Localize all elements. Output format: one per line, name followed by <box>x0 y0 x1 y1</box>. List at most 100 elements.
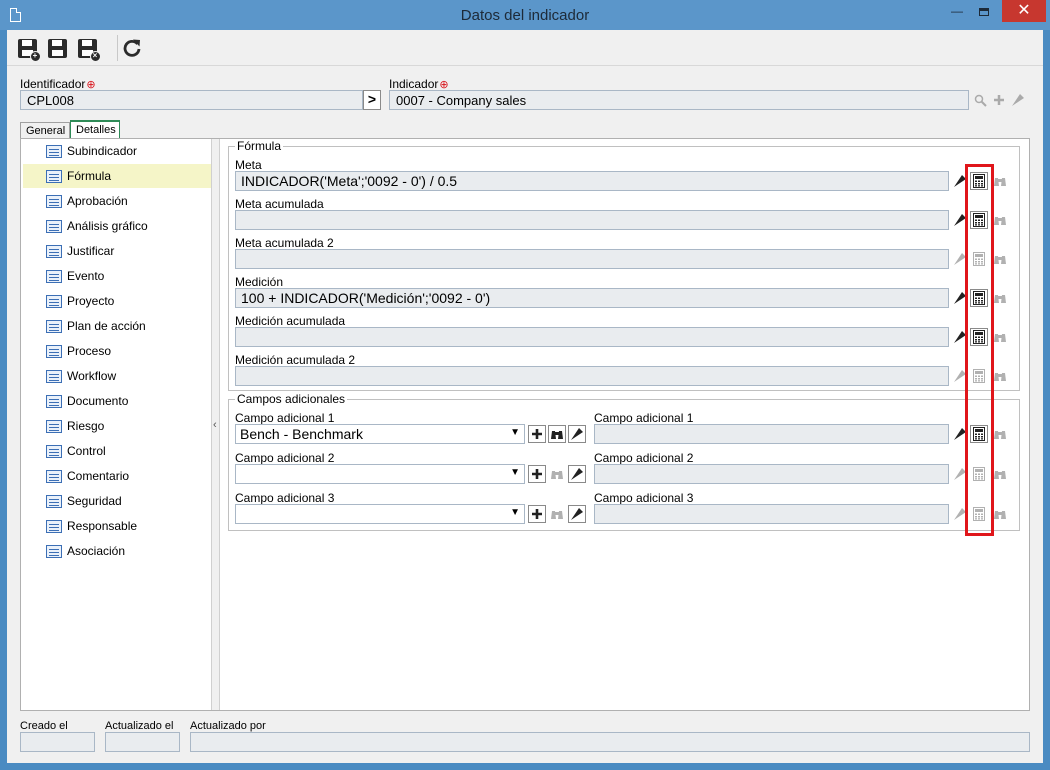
formula-field-label: Meta <box>235 158 262 172</box>
clear-icon[interactable] <box>1009 91 1027 109</box>
toolbar-separator <box>117 35 118 61</box>
sidebar-item-proceso[interactable]: Proceso <box>23 339 211 363</box>
formula-field-5[interactable] <box>235 327 949 347</box>
maximize-icon <box>979 7 989 16</box>
campo-left-label: Campo adicional 1 <box>235 411 335 425</box>
splitter[interactable]: ‹ <box>212 139 220 710</box>
campo-right-label: Campo adicional 2 <box>594 451 694 465</box>
list-icon <box>46 370 62 383</box>
add-icon[interactable] <box>990 91 1008 109</box>
sidebar-item-comentario[interactable]: Comentario <box>23 464 211 488</box>
list-icon <box>46 470 62 483</box>
formula-field-label: Medición acumulada <box>235 314 346 328</box>
indicator-field[interactable]: 0007 - Company sales <box>389 90 969 110</box>
updated-by-field <box>190 732 1030 752</box>
sidebar-item-justificar[interactable]: Justificar <box>23 239 211 263</box>
list-icon <box>46 520 62 533</box>
list-icon <box>46 170 62 183</box>
tab-general[interactable]: General <box>20 122 70 139</box>
save-button[interactable] <box>44 35 70 61</box>
sidebar-item-analisis-grafico[interactable]: Análisis gráfico <box>23 214 211 238</box>
campo-formula-field-3[interactable] <box>594 504 949 524</box>
list-icon <box>46 295 62 308</box>
go-button[interactable]: > <box>363 90 381 110</box>
formula-field-2[interactable] <box>235 210 949 230</box>
sidebar-item-aprobacion[interactable]: Aprobación <box>23 189 211 213</box>
save-close-button[interactable]: × <box>74 35 101 62</box>
dialog-body: + × Identificador⊕ CPL008 > Indicador⊕ 0… <box>7 30 1043 763</box>
tab-detalles[interactable]: Detalles <box>70 120 120 139</box>
formula-field-6[interactable] <box>235 366 949 386</box>
minimize-button[interactable]: — <box>944 0 970 22</box>
id-label: Identificador⊕ <box>20 77 96 91</box>
campo-right-label: Campo adicional 1 <box>594 411 694 425</box>
updated-field <box>105 732 180 752</box>
campo-formula-field-2[interactable] <box>594 464 949 484</box>
sidebar-item-documento[interactable]: Documento <box>23 389 211 413</box>
sidebar-item-subindicador[interactable]: Subindicador <box>23 139 211 163</box>
clear-icon[interactable] <box>568 505 586 523</box>
id-field[interactable]: CPL008 <box>20 90 363 110</box>
window-title: Datos del indicador <box>460 7 590 24</box>
list-icon <box>46 320 62 333</box>
save-new-button[interactable]: + <box>14 35 41 62</box>
add-icon[interactable] <box>528 425 546 443</box>
created-label: Creado el <box>20 720 68 732</box>
sidebar-item-riesgo[interactable]: Riesgo <box>23 414 211 438</box>
save-icon <box>47 38 67 58</box>
campos-group-title: Campos adicionales <box>235 392 348 406</box>
refresh-button[interactable] <box>119 35 145 61</box>
sidebar-item-proyecto[interactable]: Proyecto <box>23 289 211 313</box>
sidebar-item-responsable[interactable]: Responsable <box>23 514 211 538</box>
campo-formula-field-1[interactable] <box>594 424 949 444</box>
sidebar-item-control[interactable]: Control <box>23 439 211 463</box>
formula-field-label: Meta acumulada 2 <box>235 236 334 250</box>
list-icon <box>46 270 62 283</box>
formula-field-4[interactable]: 100 + INDICADOR('Medición';'0092 - 0') <box>235 288 949 308</box>
indicator-label: Indicador⊕ <box>389 77 449 91</box>
binoculars-icon <box>548 505 566 523</box>
campo-left-label: Campo adicional 3 <box>235 491 335 505</box>
save-close-icon: × <box>77 38 101 62</box>
list-icon <box>46 445 62 458</box>
window: Datos del indicador — ✕ + × Identificado… <box>0 0 1050 770</box>
sidebar-item-workflow[interactable]: Workflow <box>23 364 211 388</box>
sidebar-item-asociacion[interactable]: Asociación <box>23 539 211 563</box>
formula-field-1[interactable]: INDICADOR('Meta';'0092 - 0') / 0.5 <box>235 171 949 191</box>
calculator-highlight-box <box>965 164 994 536</box>
title-bar: Datos del indicador — ✕ <box>0 0 1050 30</box>
refresh-icon <box>123 39 141 57</box>
sidebar: Subindicador Fórmula Aprobación Análisis… <box>21 139 212 710</box>
list-icon <box>46 195 62 208</box>
add-icon[interactable] <box>528 505 546 523</box>
campo-left-label: Campo adicional 2 <box>235 451 335 465</box>
sidebar-item-formula[interactable]: Fórmula <box>23 164 211 188</box>
campo-select-3[interactable]: ▼ <box>235 504 525 524</box>
sidebar-item-plan-de-accion[interactable]: Plan de acción <box>23 314 211 338</box>
sidebar-item-seguridad[interactable]: Seguridad <box>23 489 211 513</box>
campo-select-2[interactable]: ▼ <box>235 464 525 484</box>
binoculars-icon <box>548 465 566 483</box>
maximize-button[interactable] <box>971 0 997 22</box>
campo-select-1[interactable]: Bench - Benchmark ▼ <box>235 424 525 444</box>
formula-field-3[interactable] <box>235 249 949 269</box>
sidebar-item-evento[interactable]: Evento <box>23 264 211 288</box>
chevron-down-icon: ▼ <box>510 427 520 438</box>
collapse-arrow-icon[interactable]: ‹ <box>213 419 217 431</box>
add-icon[interactable] <box>528 465 546 483</box>
list-icon <box>46 220 62 233</box>
clear-icon[interactable] <box>568 465 586 483</box>
search-icon[interactable] <box>971 91 989 109</box>
chevron-down-icon: ▼ <box>510 467 520 478</box>
campo-right-label: Campo adicional 3 <box>594 491 694 505</box>
binoculars-icon[interactable] <box>548 425 566 443</box>
clear-icon[interactable] <box>568 425 586 443</box>
close-button[interactable]: ✕ <box>1002 0 1046 22</box>
list-icon <box>46 145 62 158</box>
list-icon <box>46 495 62 508</box>
updated-by-label: Actualizado por <box>190 720 266 732</box>
formula-field-label: Medición <box>235 275 284 289</box>
list-icon <box>46 345 62 358</box>
list-icon <box>46 545 62 558</box>
save-new-icon: + <box>17 38 41 62</box>
